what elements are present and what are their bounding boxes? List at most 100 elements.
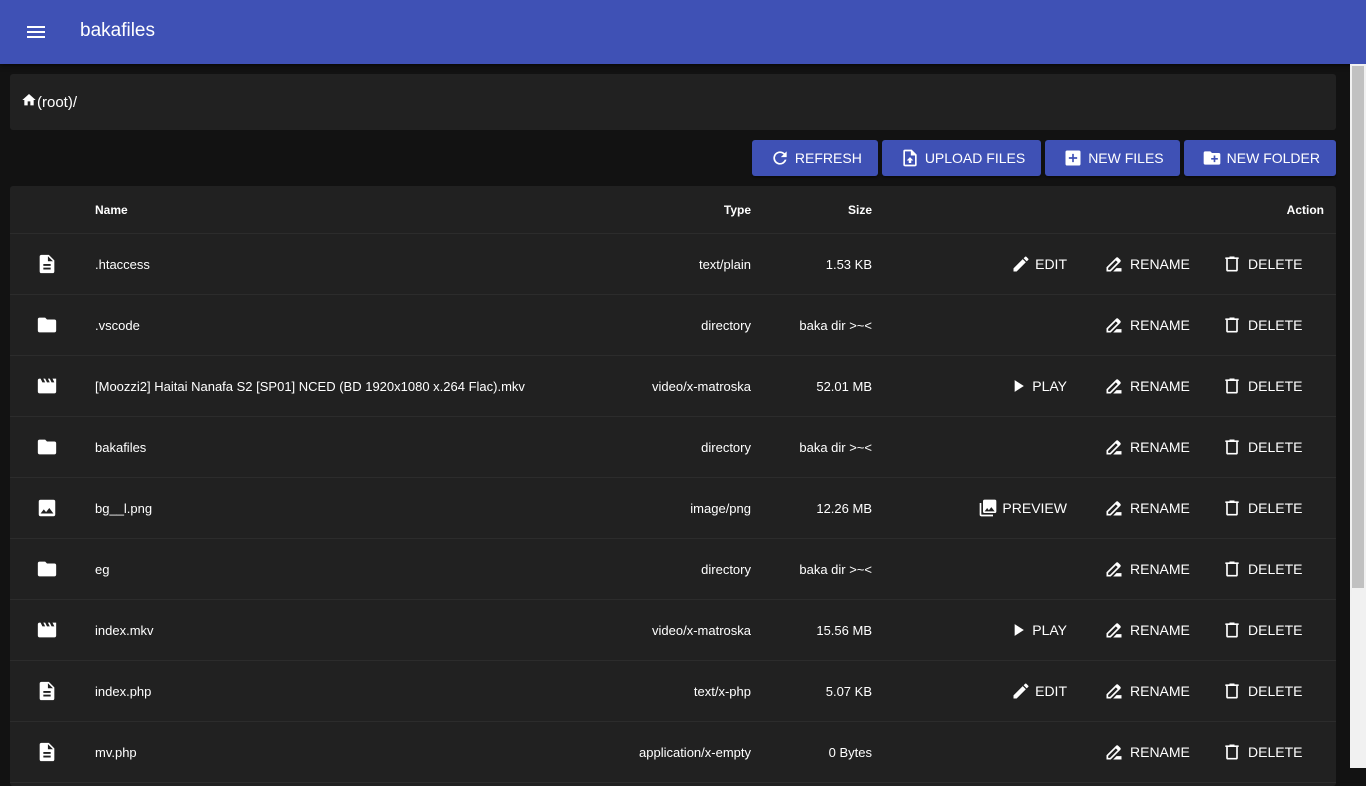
file-name[interactable]: [Moozzi2] Haitai Nanafa S2 [SP01] NCED (… [95,356,525,416]
file-name[interactable]: bg__l.png [95,478,152,538]
home-icon[interactable] [21,92,37,112]
play-button[interactable]: PLAY [1008,600,1067,660]
rename-icon [1106,318,1122,333]
rename-label: RENAME [1130,256,1190,272]
delete-button[interactable]: DELETE [1222,295,1302,355]
edit-icon [1013,256,1029,272]
file-size: 5.07 KB [825,683,872,699]
delete-icon [1225,561,1239,577]
action-label: PLAY [1032,378,1067,394]
upload-files-button[interactable]: UPLOAD FILES [881,140,1042,176]
file-name[interactable]: .htaccess [95,234,150,294]
rename-button[interactable]: RENAME [1104,478,1190,538]
rename-button[interactable]: RENAME [1104,661,1190,721]
file-name[interactable]: eg [95,539,109,599]
delete-label: DELETE [1248,317,1303,333]
breadcrumb: (root)/ [10,74,1336,130]
delete-icon [1225,744,1239,760]
table-row[interactable]: [Moozzi2] Haitai Nanafa S2 [SP01] NCED (… [10,356,1336,417]
scrollbar[interactable] [1350,64,1366,768]
delete-button[interactable]: DELETE [1222,417,1302,477]
delete-icon [1225,378,1239,394]
movie-icon [36,356,58,416]
file-name[interactable]: mv.php [95,722,137,782]
table-row[interactable]: bg__l.png image/png 12.26 MB PREVIEW REN… [10,478,1336,539]
play-icon [1014,380,1025,392]
image-icon [36,478,58,538]
rename-button[interactable]: RENAME [1104,722,1190,782]
delete-button[interactable]: DELETE [1222,539,1302,599]
delete-icon [1225,439,1239,455]
rename-button[interactable]: RENAME [1104,356,1190,416]
delete-label: DELETE [1248,378,1303,394]
delete-button[interactable]: DELETE [1222,661,1302,721]
delete-label: DELETE [1248,561,1303,577]
rename-label: RENAME [1130,561,1190,577]
play-icon [1014,624,1025,636]
table-header: Name Type Size Action [10,186,1336,234]
file-size: 15.56 MB [816,622,872,638]
delete-button[interactable]: DELETE [1222,356,1302,416]
header-name[interactable]: Name [95,186,128,233]
table-row[interactable]: index.mkv video/x-matroska 15.56 MB PLAY… [10,600,1336,661]
refresh-icon [773,151,787,165]
breadcrumb-root[interactable]: (root)/ [37,94,77,111]
header-type[interactable]: Type [724,186,751,233]
edit-button[interactable]: EDIT [1011,661,1067,721]
action-label: EDIT [1035,256,1067,272]
header-action: Action [1286,202,1324,217]
delete-icon [1225,683,1239,699]
scrollbar-thumb[interactable] [1352,66,1364,588]
table-row[interactable]: mv.php application/x-empty 0 Bytes RENAM… [10,722,1336,783]
delete-button[interactable]: DELETE [1222,478,1302,538]
table-row[interactable]: index.php text/x-php 5.07 KB EDIT RENAME… [10,661,1336,722]
new-files-label: NEW FILES [1088,150,1164,166]
header-size[interactable]: Size [848,186,872,233]
rename-label: RENAME [1130,622,1190,638]
file-type: text/x-php [693,683,751,699]
delete-label: DELETE [1248,256,1303,272]
file-type: video/x-matroska [652,622,751,638]
app-bar: bakafiles [0,0,1366,64]
rename-button[interactable]: RENAME [1104,295,1190,355]
rename-button[interactable]: RENAME [1104,600,1190,660]
table-row[interactable]: .vscode directory baka dir >~< RENAME DE… [10,295,1336,356]
file-name[interactable]: index.mkv [95,600,154,660]
file-name[interactable]: index.php [95,661,151,721]
table-row[interactable]: eg directory baka dir >~< RENAME DELETE [10,539,1336,600]
table-row[interactable]: bakafiles directory baka dir >~< RENAME … [10,417,1336,478]
file-type: directory [701,317,751,333]
new-folder-button[interactable]: NEW FOLDER [1183,140,1336,176]
folder-icon [36,295,58,355]
file-size: baka dir >~< [799,439,872,455]
refresh-button[interactable]: REFRESH [751,140,878,176]
file-size: baka dir >~< [799,317,872,333]
edit-icon [1013,683,1029,699]
menu-icon[interactable] [24,20,48,44]
edit-button[interactable]: EDIT [1011,234,1067,294]
file-size: baka dir >~< [799,561,872,577]
file-name[interactable]: .vscode [95,295,140,355]
new-folder-label: NEW FOLDER [1226,150,1320,166]
action-label: PLAY [1032,622,1067,638]
rename-button[interactable]: RENAME [1104,234,1190,294]
file-type: video/x-matroska [652,378,751,394]
file-name[interactable]: bakafiles [95,417,146,477]
delete-button[interactable]: DELETE [1222,600,1302,660]
action-label: PREVIEW [1002,500,1067,516]
delete-button[interactable]: DELETE [1222,722,1302,782]
delete-button[interactable]: DELETE [1222,234,1302,294]
rename-icon [1106,379,1122,394]
new-files-button[interactable]: NEW FILES [1045,140,1180,176]
preview-button[interactable]: PREVIEW [978,478,1067,538]
rename-label: RENAME [1130,439,1190,455]
rename-icon [1106,257,1122,272]
rename-button[interactable]: RENAME [1104,539,1190,599]
table-row[interactable]: .htaccess text/plain 1.53 KB EDIT RENAME… [10,234,1336,295]
rename-icon [1106,623,1122,638]
delete-icon [1225,500,1239,516]
play-button[interactable]: PLAY [1008,356,1067,416]
action-label: EDIT [1035,683,1067,699]
rename-button[interactable]: RENAME [1104,417,1190,477]
delete-label: DELETE [1248,744,1303,760]
